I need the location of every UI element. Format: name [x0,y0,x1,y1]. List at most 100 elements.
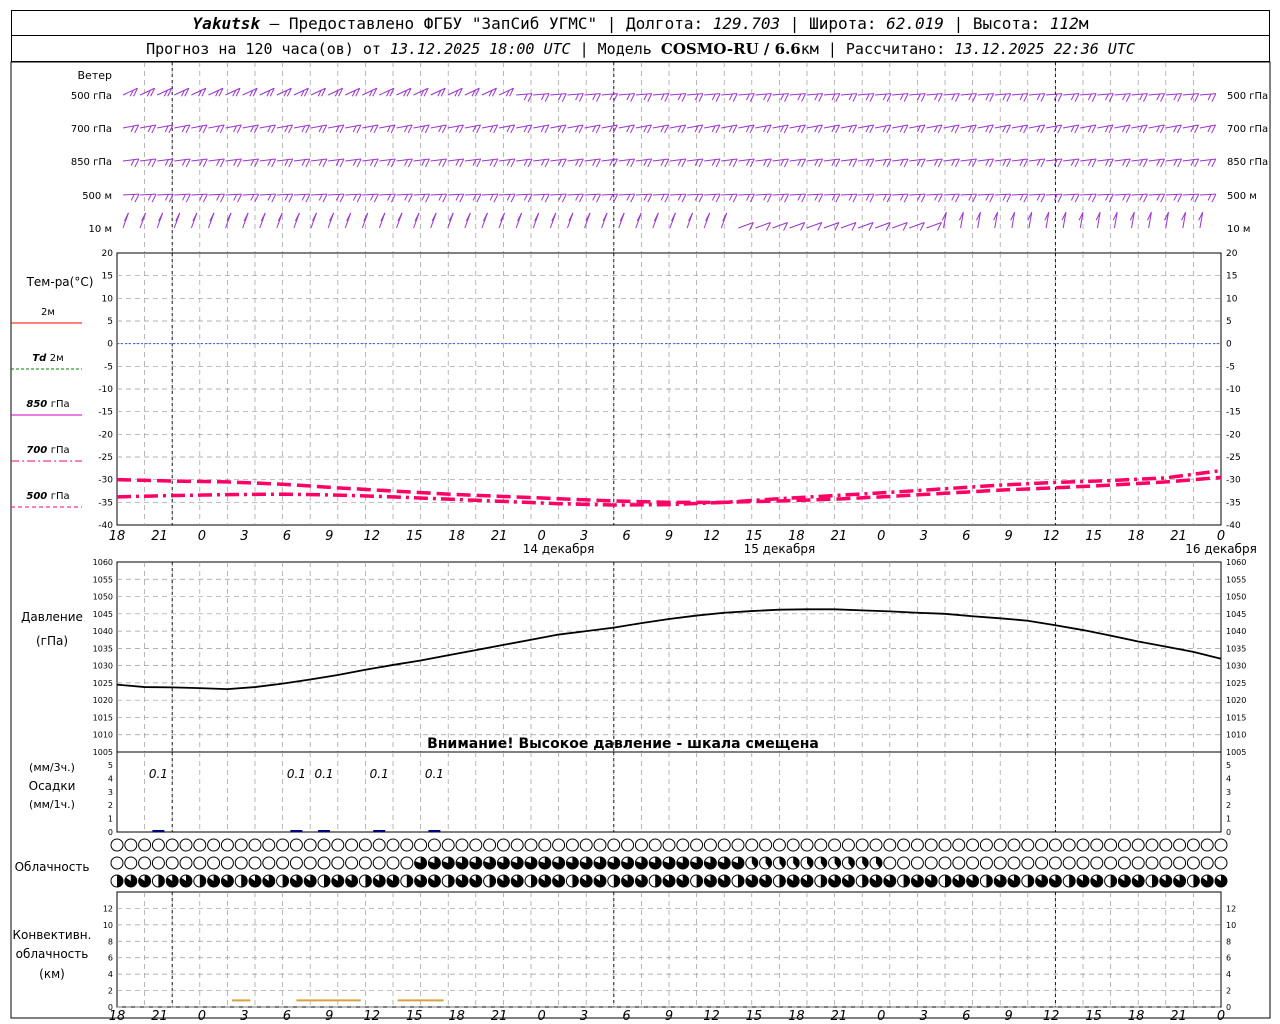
precip-tick-left: 4 [108,774,113,783]
wind-barb-staff [840,158,857,162]
time-tick-label-bottom: 6 [962,1009,970,1024]
wind-barb-flag [715,193,721,203]
wind-barb-flag [643,194,648,201]
wind-barb-flag [1156,194,1161,201]
wind-barb-staff [686,124,703,129]
wind-barb-flag [284,159,289,166]
cloud-circle [317,856,331,870]
time-tick-label-bottom: 0 [877,1009,885,1024]
cloud-circle [1035,838,1049,852]
cloud-fill [489,875,496,887]
time-tick-label-bottom: 21 [831,1009,848,1024]
wind-barb-flag [630,193,636,203]
wind-barb-flag [1125,124,1131,134]
wind-barb-flag [643,159,648,166]
wind-barb-flag [182,194,186,201]
wind-barb-flag [732,93,738,102]
wind-barb-flag [147,194,152,201]
cloud-fill [655,875,662,887]
wind-barb-staff [1199,124,1216,129]
cloud-circle [690,838,704,852]
wind-barb-flag [937,158,943,168]
wind-barb-flag [523,159,528,166]
wind-barb-flag [989,193,995,203]
wind-barb-staff [721,124,738,129]
wind-barb-staff [635,124,652,129]
wind-barb-flag [920,93,926,102]
cloud-circle [593,838,607,852]
wind-barb-staff [1011,93,1028,96]
wind-barb-flag [1177,158,1183,168]
wind-barb-flag [951,194,956,201]
wind-barb-flag [561,124,567,134]
wind-barb-flag [527,193,533,203]
wind-barb-staff [977,158,994,162]
cloud-circle [165,856,179,870]
wind-barb-staff [926,93,943,96]
wind-barb-staff [943,158,960,162]
wind-barb-staff [276,124,293,129]
wind-barb-flag [1108,193,1114,203]
wind-barb-staff [977,193,994,196]
temp-tick-right: 0 [1226,340,1232,350]
wind-barb-staff [789,158,806,162]
wind-barb-staff [550,193,567,196]
wind-barb-staff [994,158,1011,162]
wind-barb-flag [1105,159,1109,166]
wind-barbs [122,87,1217,231]
wind-barb-flag [698,193,704,203]
wind-barb-flag [592,93,597,101]
cloud-circle [303,838,317,852]
wind-barb-staff [225,124,242,129]
wind-level-label-right: 500 м [1227,191,1257,202]
wind-barb-staff [738,193,755,196]
wind-barb-staff [652,158,669,162]
wind-barb-flag [459,158,465,168]
wind-barb-staff [1199,93,1216,96]
wind-barb-flag [1108,124,1114,134]
wind-barb-flag [1006,193,1012,203]
cloud-circle [1200,856,1214,870]
cloud-circle [1186,856,1200,870]
wind-barb-flag [219,158,225,168]
wind-barb-flag [920,193,926,203]
wind-barb-flag [954,158,960,168]
cloud-fill [241,875,248,887]
time-tick-label-bottom: 12 [703,1009,720,1024]
convective-title: Конвективн. [13,928,92,942]
wind-barb-flag [558,93,562,101]
wind-barb-flag [558,194,562,201]
wind-barb-flag [664,124,670,134]
pressure-tick-right: 1060 [1226,558,1246,567]
day-label: 16 декабря [1185,542,1257,556]
wind-barb-flag [523,93,528,101]
temp-tick-left: -25 [98,453,113,463]
wind-barb-flag [489,194,494,201]
wind-barb-flag [660,159,665,166]
wind-barb-flag [766,93,772,102]
wind-barb-flag [305,124,311,134]
cloud-circle [386,856,400,870]
cloud-fill [696,875,703,887]
wind-barb-flag [989,93,995,102]
wind-barb-flag [1019,93,1024,101]
wind-barb-flag [544,124,550,134]
cloud-circle [151,856,165,870]
wind-barb-flag [869,93,875,102]
wind-barb-flag [801,93,807,102]
day-label: 14 декабря [523,542,595,556]
wind-barb-flag [647,158,653,168]
wind-barb-flag [250,159,255,166]
wind-barb-staff [1131,193,1148,196]
wind-barb-flag [917,194,921,201]
wind-barb-flag [1176,124,1182,134]
wind-barb-staff [704,93,721,96]
wind-barb-staff [174,124,191,129]
wind-barb-flag [322,158,328,168]
wind-barb-flag [407,124,413,134]
precip-tick-right: 4 [1226,774,1231,783]
wind-barb-flag [865,93,870,101]
wind-barb-flag [766,158,772,168]
wind-barb-flag [592,194,597,201]
wind-barb-flag [284,194,289,201]
